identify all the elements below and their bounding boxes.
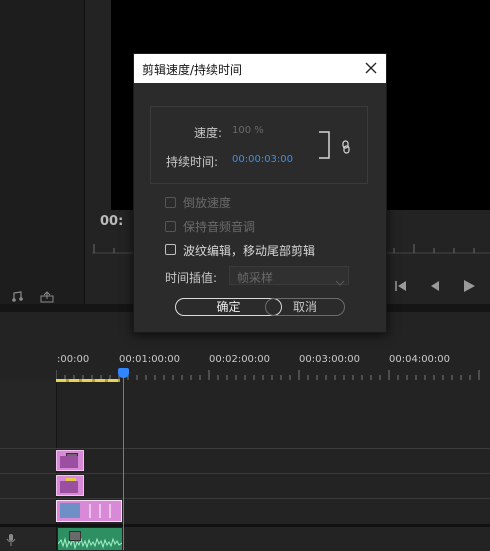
reverse-speed-checkbox[interactable] xyxy=(165,197,176,208)
maintain-audio-pitch-checkbox[interactable] xyxy=(165,221,176,232)
audio-waveform xyxy=(58,537,122,550)
track-separator xyxy=(0,448,490,449)
ripple-edit-checkbox[interactable] xyxy=(165,244,176,255)
dialog-title: 剪辑速度/持续时间 xyxy=(142,63,243,77)
ruler-label-1: 00:01:00:00 xyxy=(119,354,181,365)
music-note-icon[interactable] xyxy=(11,288,25,302)
clip-thumbnail xyxy=(60,503,80,518)
time-interpolation-value: 帧采样 xyxy=(237,271,274,285)
clip-thumbnail xyxy=(60,481,78,493)
maintain-audio-pitch-label: 保持音频音调 xyxy=(183,220,256,234)
work-area-bar[interactable] xyxy=(56,379,120,382)
ripple-edit-label: 波纹编辑，移动尾部剪辑 xyxy=(183,244,316,258)
track-separator xyxy=(0,498,490,499)
step-back-icon[interactable] xyxy=(394,277,408,291)
playhead-line xyxy=(123,377,124,550)
export-icon[interactable] xyxy=(40,288,54,303)
duration-value[interactable]: 00:00:03:00 xyxy=(232,154,293,165)
close-icon[interactable] xyxy=(360,57,382,79)
ruler-label-0: :00:00 xyxy=(57,354,90,365)
ruler-label-4: 00:04:00:00 xyxy=(389,354,451,365)
play-icon[interactable] xyxy=(462,277,476,292)
duration-label: 持续时间: xyxy=(166,155,219,169)
speed-value[interactable]: 100 % xyxy=(232,125,264,136)
microphone-icon[interactable] xyxy=(6,532,16,546)
time-interpolation-label: 时间插值: xyxy=(165,271,218,285)
link-bracket xyxy=(319,131,330,159)
speed-duration-group xyxy=(150,106,368,184)
panel-divider xyxy=(84,0,85,304)
fx-badge xyxy=(69,531,81,541)
clip-thumbnail xyxy=(60,456,78,468)
reverse-speed-label: 倒放速度 xyxy=(183,196,232,210)
cancel-button[interactable]: 取消 xyxy=(265,298,345,316)
track-separator xyxy=(0,473,490,474)
chevron-down-icon xyxy=(335,272,345,286)
ruler-label-3: 00:03:00:00 xyxy=(299,354,361,365)
track-separator xyxy=(0,524,490,527)
clip-edit-marks xyxy=(89,504,111,518)
speed-label: 速度: xyxy=(194,126,223,140)
speed-duration-dialog: 剪辑速度/持续时间 速度: 100 % 持续时间: 00:00:03:00 倒放… xyxy=(133,53,387,333)
chain-link-icon[interactable] xyxy=(341,139,351,154)
project-panel xyxy=(0,0,84,304)
frame-back-icon[interactable] xyxy=(428,277,442,291)
ruler-label-2: 00:02:00:00 xyxy=(209,354,271,365)
program-timecode: 00: xyxy=(100,214,124,229)
